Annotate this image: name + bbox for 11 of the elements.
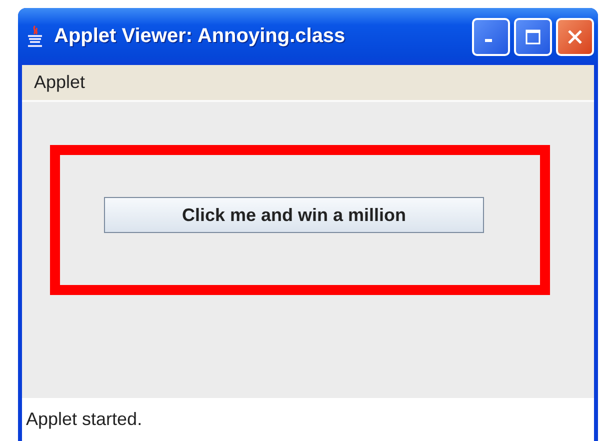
maximize-icon	[525, 28, 541, 44]
minimize-icon	[484, 39, 492, 42]
prize-button[interactable]: Click me and win a million	[104, 197, 484, 233]
status-text: Applet started.	[26, 409, 142, 430]
minimize-button[interactable]	[472, 18, 510, 56]
close-button[interactable]	[556, 18, 594, 56]
maximize-button[interactable]	[514, 18, 552, 56]
window-title: Applet Viewer: Annoying.class	[54, 25, 346, 48]
coffee-cup-icon	[26, 24, 44, 48]
close-icon	[567, 28, 583, 44]
menu-item[interactable]: Applet	[34, 72, 86, 93]
